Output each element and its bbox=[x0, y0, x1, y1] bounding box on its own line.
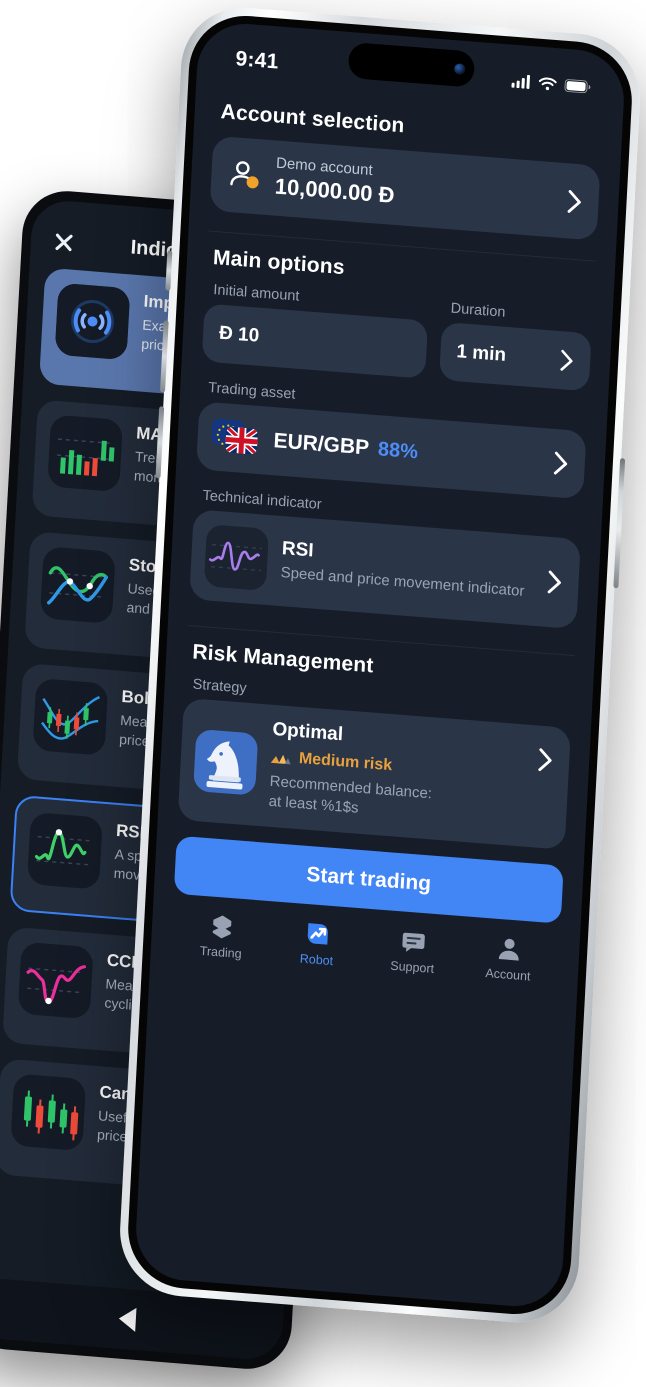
chevron-right-icon bbox=[567, 189, 583, 214]
pulse-radar-icon bbox=[54, 282, 131, 361]
cci-pink-icon bbox=[17, 941, 94, 1020]
tab-support[interactable]: Support bbox=[364, 924, 462, 977]
chess-knight-icon bbox=[193, 728, 259, 796]
battery-icon bbox=[564, 78, 591, 93]
screenshot-stage: Indicators Impulse Exact bbox=[0, 0, 646, 1387]
asset-payout: 88% bbox=[377, 438, 419, 464]
duration-selector[interactable]: 1 min bbox=[439, 321, 592, 392]
tab-account[interactable]: Account bbox=[460, 932, 558, 985]
strategy-selector[interactable]: Optimal Medium risk Recommended balance:… bbox=[177, 697, 571, 850]
gb-flag-icon bbox=[224, 426, 259, 455]
tab-label: Trading bbox=[199, 943, 243, 961]
trading-hexagon-icon bbox=[212, 914, 232, 938]
close-icon[interactable] bbox=[50, 228, 77, 256]
robot-config-screen: Account selection Demo account 10,000.00… bbox=[158, 76, 624, 851]
currency-pair-flags bbox=[211, 416, 261, 460]
tab-label: Robot bbox=[299, 951, 334, 968]
chevron-right-icon bbox=[553, 451, 569, 476]
user-avatar-icon bbox=[230, 160, 259, 188]
account-selector[interactable]: Demo account 10,000.00 Ð bbox=[209, 135, 601, 241]
person-icon bbox=[498, 938, 519, 961]
tab-label: Account bbox=[485, 965, 531, 984]
chevron-right-icon bbox=[538, 748, 554, 773]
robot-arrow-icon bbox=[307, 922, 328, 945]
main-options-row: Initial amount Ð 10 Duration 1 min bbox=[201, 281, 593, 392]
front-camera-icon bbox=[454, 62, 466, 75]
phone-screen: 9:41 Account selection Demo account 10,0… bbox=[133, 20, 627, 1310]
chevron-right-icon bbox=[560, 349, 575, 372]
bollinger-candles-icon bbox=[32, 678, 109, 756]
initial-amount-group: Initial amount Ð 10 bbox=[201, 281, 430, 379]
wifi-icon bbox=[538, 77, 557, 90]
tab-robot[interactable]: Robot bbox=[268, 917, 366, 970]
dynamic-island bbox=[347, 41, 476, 88]
rsi-green-icon bbox=[26, 811, 103, 890]
asset-pair: EUR/GBP bbox=[272, 429, 370, 460]
chat-bubble-icon bbox=[402, 932, 425, 952]
rsi-chart-icon bbox=[203, 524, 269, 591]
signal-bars-icon bbox=[511, 74, 531, 89]
tab-label: Support bbox=[390, 958, 435, 976]
chevron-right-icon bbox=[547, 570, 563, 595]
tab-trading[interactable]: Trading bbox=[173, 909, 271, 962]
stochastic-lines-icon bbox=[39, 546, 116, 624]
duration-value: 1 min bbox=[455, 341, 507, 366]
risk-level: Medium risk bbox=[298, 749, 393, 775]
initial-amount-input[interactable]: Ð 10 bbox=[201, 303, 429, 379]
macd-bars-icon bbox=[47, 414, 124, 493]
status-clock: 9:41 bbox=[234, 47, 280, 74]
risk-gauge-icon bbox=[270, 754, 291, 765]
front-phone-device: 9:41 Account selection Demo account 10,0… bbox=[116, 3, 644, 1327]
status-indicators bbox=[511, 74, 591, 94]
android-back-icon[interactable] bbox=[117, 1306, 137, 1332]
duration-group: Duration 1 min bbox=[439, 300, 593, 392]
candles-icon bbox=[10, 1073, 87, 1152]
strategy-name: Optimal bbox=[271, 718, 344, 746]
initial-amount-value: Ð 10 bbox=[218, 322, 260, 347]
